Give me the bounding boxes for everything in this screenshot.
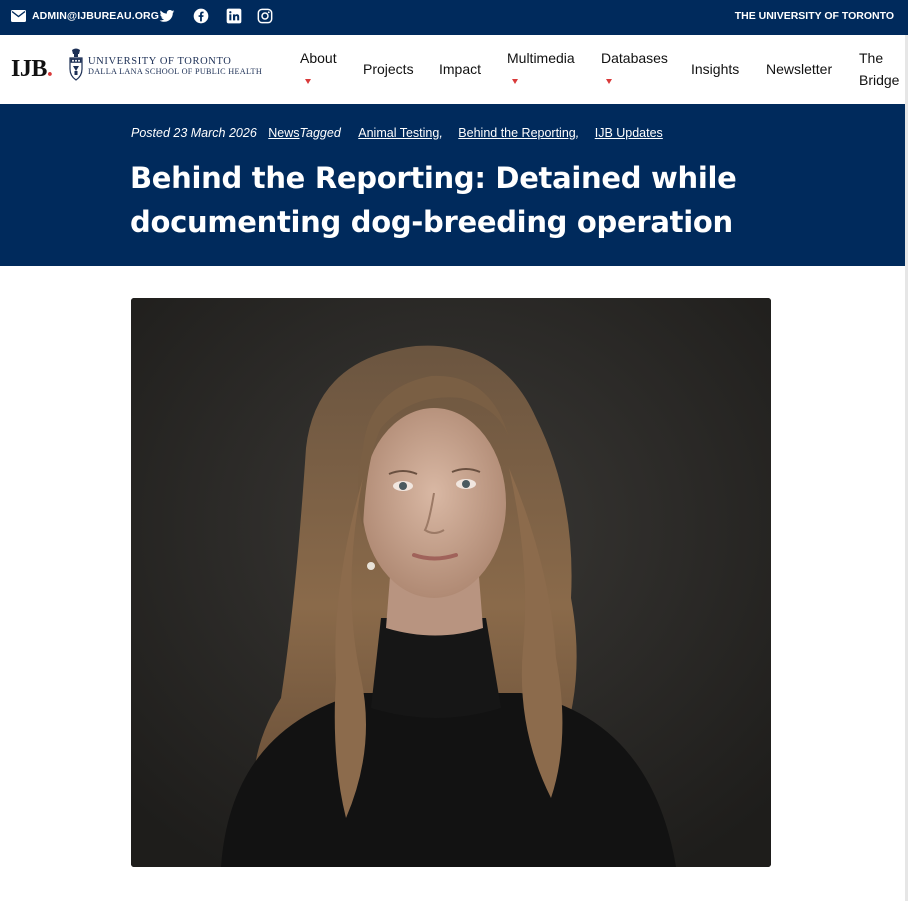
instagram-icon[interactable] [257, 8, 273, 24]
site-header: IJB. UNIVERSITY OF TORONTO DALLA LANA SC… [0, 35, 908, 104]
page-title: Behind the Reporting: Detained while doc… [130, 156, 830, 244]
page-title-line2: documenting dog-breeding operation [130, 205, 733, 239]
uoft-wordmark-line2: DALLA LANA SCHOOL OF PUBLIC HEALTH [88, 67, 263, 76]
facebook-icon[interactable] [193, 8, 209, 24]
tagged-label: Tagged [299, 126, 341, 140]
nav-databases[interactable]: Databases [601, 47, 668, 69]
nav-multimedia[interactable]: Multimedia [507, 47, 575, 69]
top-utility-bar: ADMIN@IJBUREAU.ORG THE UNIVERSITY OF TOR… [0, 0, 908, 35]
portrait-photo [131, 298, 771, 867]
email-link[interactable]: ADMIN@IJBUREAU.ORG [32, 10, 159, 22]
about-dropdown-caret-icon[interactable] [305, 79, 311, 84]
university-link[interactable]: THE UNIVERSITY OF TORONTO [735, 10, 894, 22]
tag-animal-testing[interactable]: Animal Testing [358, 126, 439, 140]
nav-insights[interactable]: Insights [691, 58, 739, 80]
mail-icon [11, 10, 26, 22]
nav-projects[interactable]: Projects [363, 58, 414, 80]
category-link[interactable]: News [268, 126, 299, 140]
post-meta: Posted 23 March 2026 NewsTagged Animal T… [131, 126, 663, 140]
tag-behind-the-reporting[interactable]: Behind the Reporting [458, 126, 575, 140]
databases-dropdown-caret-icon[interactable] [606, 79, 612, 84]
linkedin-icon[interactable] [226, 8, 242, 24]
post-date: Posted 23 March 2026 [131, 126, 257, 140]
uoft-crest-icon[interactable] [67, 47, 85, 83]
twitter-icon[interactable] [159, 8, 175, 24]
multimedia-dropdown-caret-icon[interactable] [512, 79, 518, 84]
page-title-line1: Behind the Reporting: Detained while [130, 161, 737, 195]
nav-impact[interactable]: Impact [439, 58, 481, 80]
ijb-logo-text: IJB [11, 56, 47, 82]
article-hero: Posted 23 March 2026 NewsTagged Animal T… [0, 104, 908, 266]
nav-about[interactable]: About [300, 47, 337, 69]
uoft-wordmark[interactable]: UNIVERSITY OF TORONTO DALLA LANA SCHOOL … [88, 56, 263, 76]
ijb-logo-dot: . [46, 56, 53, 82]
featured-image [131, 298, 771, 867]
ijb-logo[interactable]: IJB. [11, 56, 53, 83]
nav-the-bridge-line2[interactable]: Bridge [859, 69, 899, 91]
tag-ijb-updates[interactable]: IJB Updates [595, 126, 663, 140]
uoft-wordmark-line1: UNIVERSITY OF TORONTO [88, 56, 232, 67]
nav-newsletter[interactable]: Newsletter [766, 58, 832, 80]
nav-the-bridge-line1[interactable]: The [859, 47, 883, 69]
